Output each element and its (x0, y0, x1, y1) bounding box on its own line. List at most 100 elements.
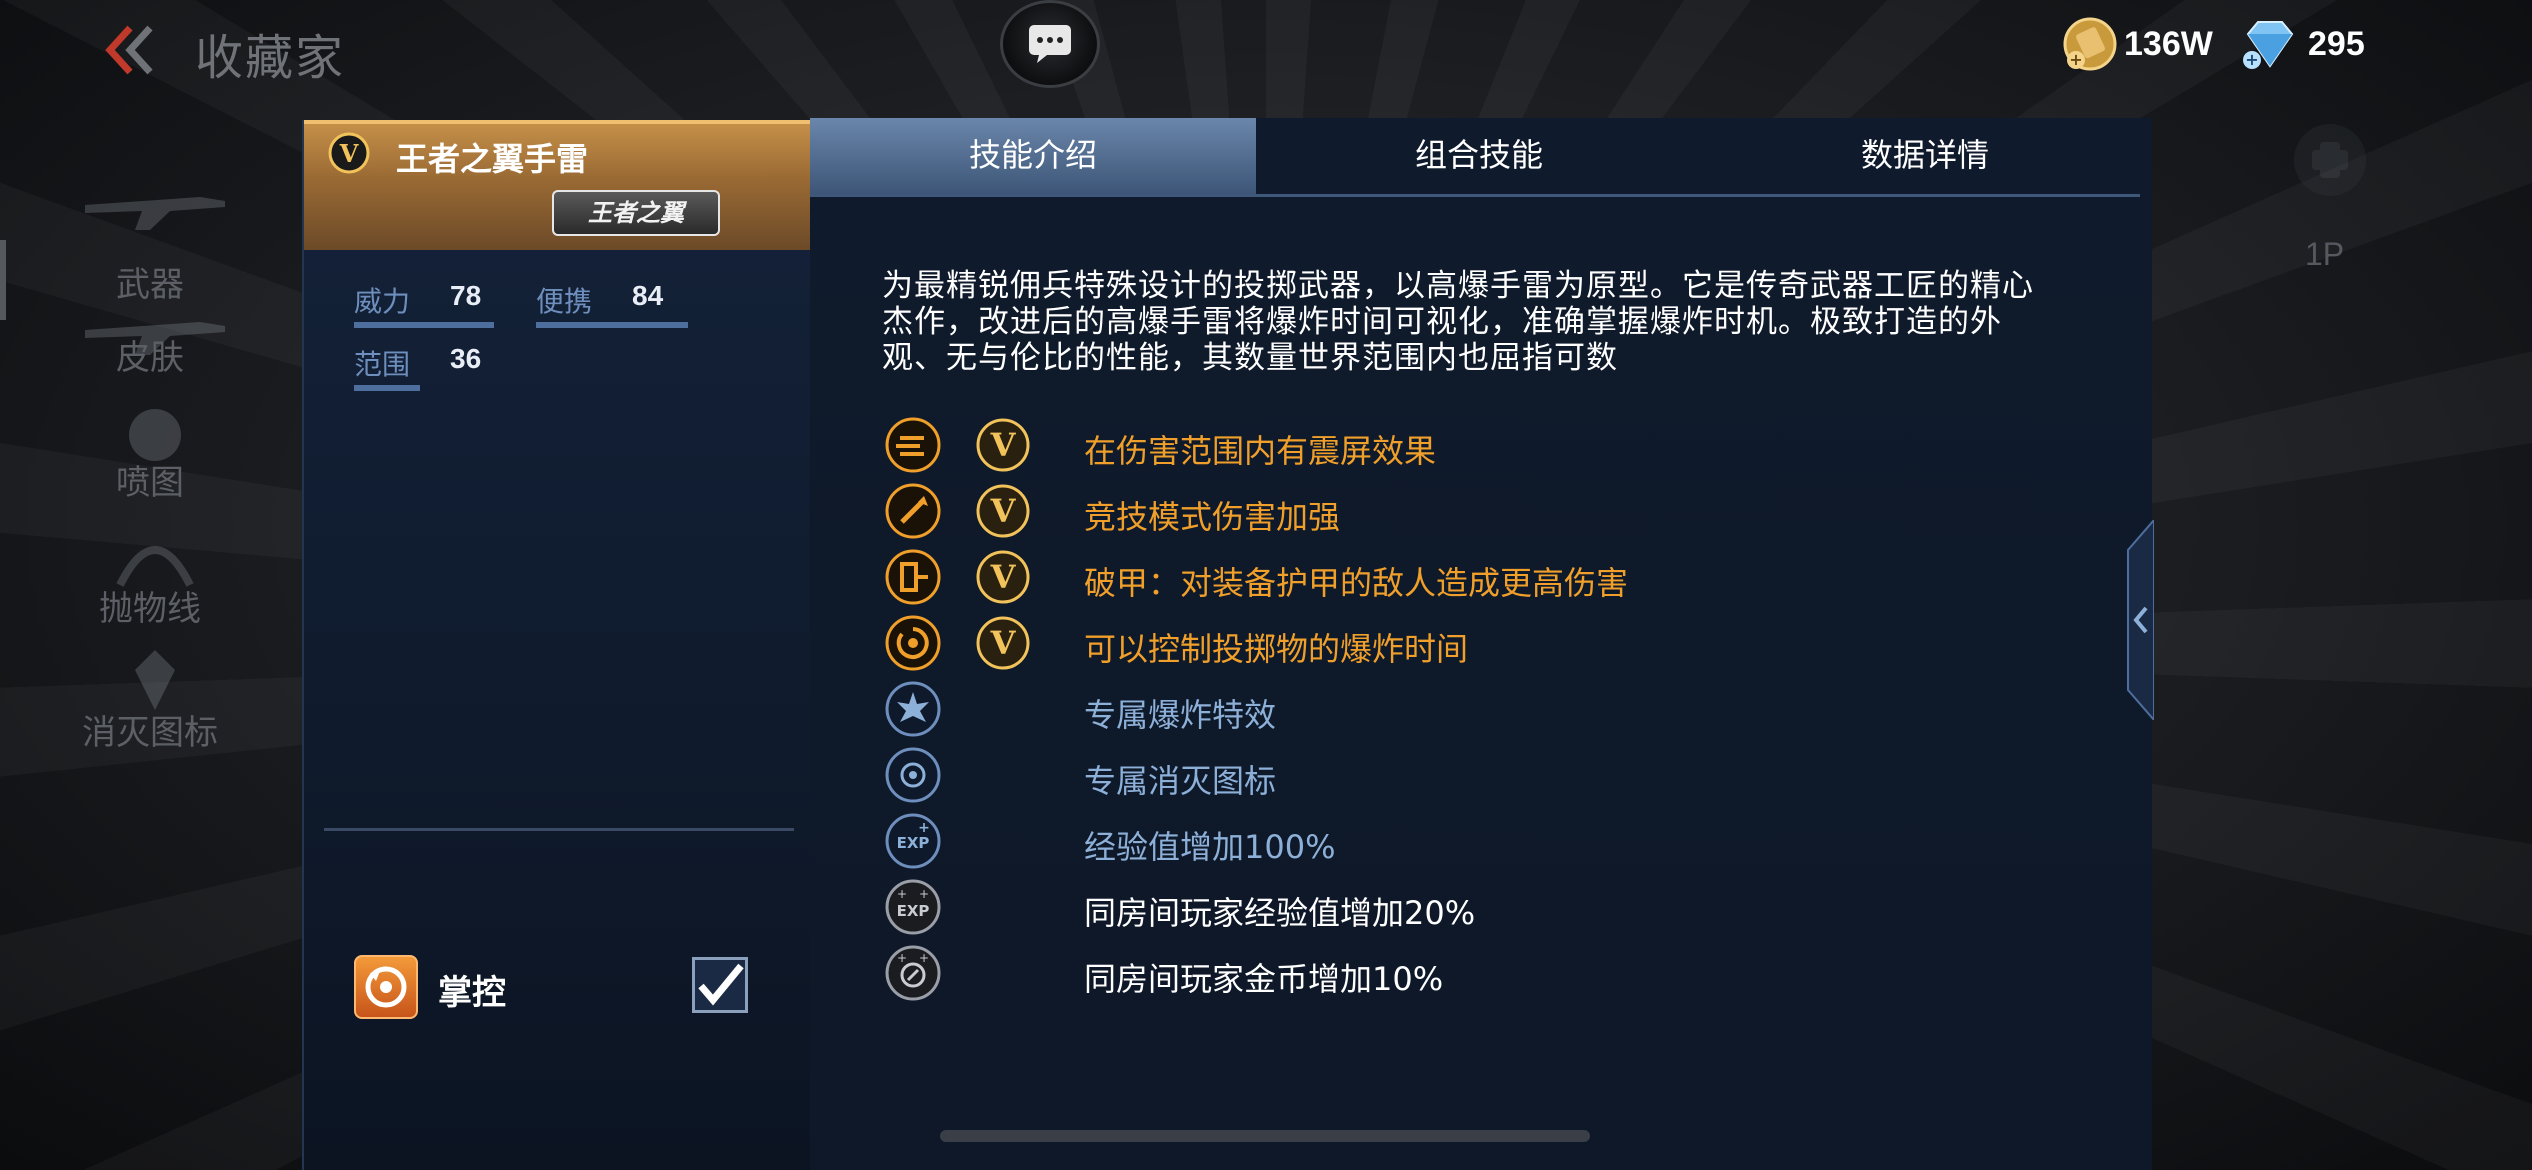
v-rank-icon: V (976, 616, 1030, 670)
sidebar-item-label: 武器 (116, 265, 184, 305)
weapon-card: V 王者之翼手雷 王者之翼 威力 78 便携 84 范围 36 掌控 (302, 120, 812, 1170)
svg-text:V: V (339, 139, 359, 168)
sidebar-item-label: 抛物线 (99, 589, 201, 629)
sidebar-item-trajectory[interactable]: 抛物线 (0, 525, 300, 645)
sidebar-item-sprays[interactable]: 喷图 (0, 405, 300, 525)
svg-text:V: V (990, 624, 1017, 662)
gold-currency[interactable]: + 136W (2062, 16, 2213, 72)
feature-text: 破甲：对装备护甲的敌人造成更高伤害 (1084, 564, 1629, 602)
kill-mark-icon (885, 747, 941, 803)
stat-range: 范围 36 (354, 343, 481, 391)
svg-text:EXP: EXP (897, 902, 930, 920)
stat-value: 78 (450, 280, 482, 311)
collapse-panel-button[interactable] (2118, 517, 2155, 723)
feature-row: EXP + + 同房间玩家经验值增加20% (884, 878, 2084, 938)
feature-row: 专属消灭图标 (884, 746, 2084, 806)
explosion-effect-icon (885, 681, 941, 737)
feature-text: 同房间玩家金币增加10% (1084, 960, 1444, 998)
stat-bar (354, 385, 420, 391)
weapon-series-badge: 王者之翼 (552, 190, 720, 236)
diamond-icon: + (2243, 21, 2294, 69)
stat-portability: 便携 84 (536, 280, 706, 328)
gamepad-icon[interactable] (2290, 120, 2370, 200)
feature-text: 专属消灭图标 (1084, 762, 1277, 800)
control-toggle-row[interactable]: 掌控 (354, 955, 774, 1019)
v-rank-icon: V (976, 484, 1030, 538)
timer-control-icon (885, 615, 941, 671)
tab-combo-skills[interactable]: 组合技能 (1256, 118, 1702, 194)
feature-row: V 竞技模式伤害加强 (884, 482, 2084, 542)
control-label: 掌控 (438, 973, 506, 1013)
room-exp-icon: EXP + + (885, 879, 941, 935)
feature-row: 专属爆炸特效 (884, 680, 2084, 740)
feature-text: 同房间玩家经验值增加20% (1084, 894, 1476, 932)
screen-shake-icon (885, 417, 941, 473)
stat-power: 威力 78 (354, 280, 504, 328)
exp-bonus-icon: EXP + (885, 813, 941, 869)
gold-amount: 136W (2124, 24, 2213, 63)
back-arrow-icon[interactable] (100, 20, 160, 80)
svg-text:V: V (990, 492, 1017, 530)
feature-row: V 在伤害范围内有震屏效果 (884, 416, 2084, 476)
svg-text:V: V (990, 558, 1017, 596)
tab-skill-intro[interactable]: 技能介绍 (810, 118, 1256, 194)
chevron-left-icon (2127, 517, 2155, 723)
feature-row: V 可以控制投掷物的爆炸时间 (884, 614, 2084, 674)
damage-up-icon (885, 483, 941, 539)
tab-bar: 技能介绍 组合技能 数据详情 (810, 118, 2140, 197)
stat-bar (536, 322, 688, 328)
sidebar-item-label: 消灭图标 (82, 713, 218, 753)
sidebar-item-kill-icons[interactable]: 消灭图标 (0, 645, 300, 765)
sidebar: 武器 皮肤 喷图 抛物线 消灭图标 (0, 115, 300, 765)
control-checkbox[interactable] (692, 957, 748, 1013)
feature-text: 专属爆炸特效 (1084, 696, 1277, 734)
svg-text:+: + (2069, 50, 2082, 69)
feature-text: 竞技模式伤害加强 (1084, 498, 1341, 536)
stat-key: 便携 (536, 285, 593, 318)
svg-text:EXP: EXP (897, 834, 930, 852)
card-divider (324, 828, 794, 831)
diamond-currency[interactable]: + 295 (2238, 16, 2365, 72)
stat-bar (354, 322, 494, 328)
feature-row: V 破甲：对装备护甲的敌人造成更高伤害 (884, 548, 2084, 608)
svg-text:+: + (897, 887, 907, 901)
header-accent-line (304, 120, 812, 124)
top-bar: 收藏家 + 136W + 295 (0, 0, 2532, 100)
weapon-description: 为最精锐佣兵特殊设计的投掷武器，以高爆手雷为原型。它是传奇武器工匠的精心杰作，改… (882, 268, 2034, 376)
feature-text: 在伤害范围内有震屏效果 (1084, 432, 1437, 470)
page-title: 收藏家 (195, 30, 346, 86)
v-rank-icon: V (976, 418, 1030, 472)
v-rank-icon: V (328, 132, 370, 174)
stat-value: 36 (450, 343, 482, 374)
feature-text: 可以控制投掷物的爆炸时间 (1084, 630, 1469, 668)
v-rank-icon: V (976, 550, 1030, 604)
stat-key: 范围 (354, 348, 411, 381)
svg-text:V: V (990, 426, 1017, 464)
svg-text:+: + (919, 951, 929, 965)
weapon-card-header: V 王者之翼手雷 王者之翼 (304, 120, 812, 250)
stat-key: 威力 (354, 285, 411, 318)
right-rail-label: 1P (2305, 236, 2345, 272)
room-coin-icon: + + (885, 945, 941, 1001)
control-skill-icon (354, 955, 418, 1019)
feature-row: EXP + 经验值增加100% (884, 812, 2084, 872)
skill-panel: 技能介绍 组合技能 数据详情 为最精锐佣兵特殊设计的投掷武器，以高爆手雷为原型。… (810, 118, 2152, 1170)
chat-bubble-icon (1029, 25, 1071, 63)
horizontal-scrollbar[interactable] (940, 1130, 1590, 1142)
diamond-amount: 295 (2308, 24, 2365, 63)
svg-text:+: + (897, 951, 907, 965)
stat-value: 84 (632, 280, 664, 311)
sidebar-item-label: 皮肤 (116, 338, 184, 378)
feature-text: 经验值增加100% (1084, 828, 1336, 866)
svg-text:+: + (918, 820, 930, 836)
gold-coin-icon: + (2063, 17, 2117, 71)
sidebar-item-label: 喷图 (116, 463, 184, 503)
svg-text:+: + (919, 887, 929, 901)
chat-button[interactable] (1000, 0, 1100, 88)
sidebar-item-skins[interactable]: 皮肤 (0, 300, 300, 420)
feature-row: + + 同房间玩家金币增加10% (884, 944, 2084, 1004)
tab-data-details[interactable]: 数据详情 (1702, 118, 2148, 194)
sidebar-item-weapons[interactable]: 武器 (0, 175, 300, 305)
weapon-name: 王者之翼手雷 (396, 140, 589, 178)
svg-text:+: + (2245, 50, 2258, 69)
